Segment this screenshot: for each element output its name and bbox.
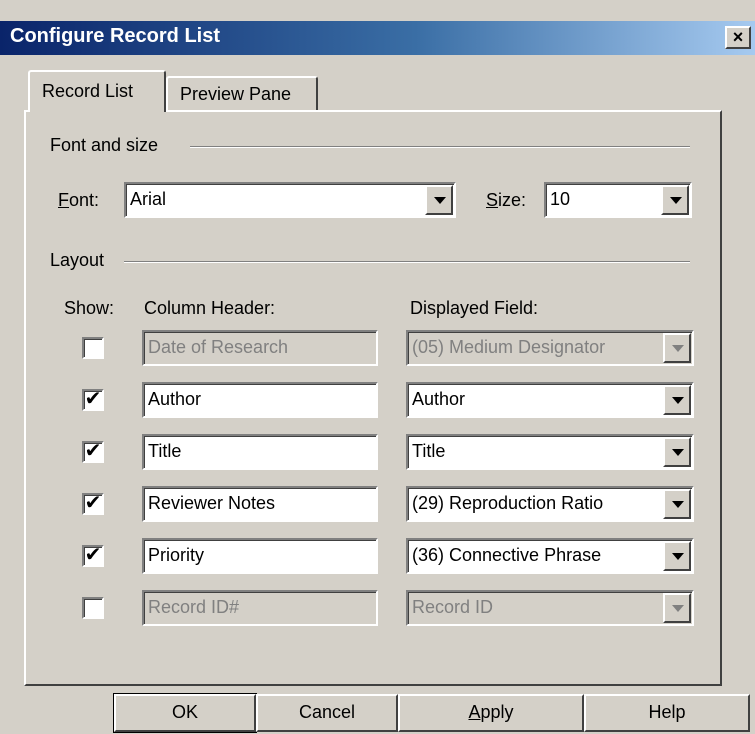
displayed-field-value: (36) Connective Phrase: [412, 545, 602, 565]
column-header-value: Author: [148, 389, 202, 409]
apply-label: pply: [480, 702, 514, 722]
tab-preview-pane[interactable]: Preview Pane: [166, 76, 318, 112]
title-bar: Configure Record List ×: [0, 21, 755, 55]
displayed-field-value: Author: [412, 389, 466, 409]
font-label: Font:: [58, 190, 99, 211]
layout-group-label: Layout: [50, 250, 113, 271]
column-header-input[interactable]: Reviewer Notes: [142, 486, 378, 522]
displayed-field-select[interactable]: (29) Reproduction Ratio: [406, 486, 694, 522]
dropdown-arrow-icon[interactable]: [663, 385, 691, 415]
dropdown-arrow-icon[interactable]: [663, 541, 691, 571]
apply-access-key: A: [468, 702, 481, 722]
column-header-value: Title: [148, 441, 182, 461]
dropdown-arrow-icon[interactable]: [663, 437, 691, 467]
dropdown-arrow-icon[interactable]: [663, 489, 691, 519]
font-group-divider: [190, 146, 690, 148]
show-checkbox[interactable]: [82, 597, 104, 619]
column-header-input[interactable]: Date of Research: [142, 330, 378, 366]
displayed-field-value: (05) Medium Designator: [412, 337, 606, 357]
size-dropdown-arrow-icon[interactable]: [661, 185, 689, 215]
dropdown-arrow-icon[interactable]: [663, 593, 691, 623]
font-dropdown-arrow-icon[interactable]: [425, 185, 453, 215]
column-header-input[interactable]: Priority: [142, 538, 378, 574]
font-label-text: ont:: [69, 190, 100, 210]
column-header-value: Priority: [148, 545, 205, 565]
column-header-heading: Column Header:: [144, 298, 276, 318]
configure-record-list-dialog: Configure Record List × Record List Prev…: [0, 0, 755, 734]
displayed-field-value: (29) Reproduction Ratio: [412, 493, 604, 513]
displayed-field-select[interactable]: (05) Medium Designator: [406, 330, 694, 366]
font-select-value: Arial: [130, 189, 167, 209]
dropdown-arrow-icon[interactable]: [663, 333, 691, 363]
ok-button[interactable]: OK: [113, 693, 257, 733]
tab-preview-pane-label: Preview Pane: [180, 84, 292, 104]
tab-record-list-label: Record List: [42, 81, 134, 101]
show-checkbox[interactable]: ✔: [82, 493, 104, 515]
cancel-button[interactable]: Cancel: [256, 694, 398, 732]
apply-button[interactable]: Apply: [398, 694, 584, 732]
layout-group-divider: [124, 261, 690, 263]
help-button[interactable]: Help: [584, 694, 750, 732]
column-header-input[interactable]: Record ID#: [142, 590, 378, 626]
checkmark-icon: ✔: [84, 388, 102, 410]
show-checkbox[interactable]: ✔: [82, 545, 104, 567]
size-select-value: 10: [550, 189, 571, 209]
size-label-access-key: S: [486, 190, 499, 210]
column-header-input[interactable]: Title: [142, 434, 378, 470]
show-checkbox[interactable]: ✔: [82, 441, 104, 463]
size-label-text: ize:: [498, 190, 527, 210]
font-label-access-key: F: [58, 190, 69, 210]
show-checkbox[interactable]: [82, 337, 104, 359]
checkmark-icon: ✔: [84, 440, 102, 462]
displayed-field-value: Record ID: [412, 597, 494, 617]
checkmark-icon: ✔: [84, 544, 102, 566]
column-header-value: Record ID#: [148, 597, 240, 617]
close-button[interactable]: ×: [725, 26, 751, 49]
font-group-label: Font and size: [50, 135, 167, 156]
show-column-header: Show:: [64, 298, 115, 318]
displayed-field-value: Title: [412, 441, 446, 461]
column-header-value: Reviewer Notes: [148, 493, 276, 513]
checkmark-icon: ✔: [84, 492, 102, 514]
window-title: Configure Record List: [10, 25, 221, 47]
font-select[interactable]: Arial: [124, 182, 456, 218]
show-checkbox[interactable]: ✔: [82, 389, 104, 411]
displayed-field-select[interactable]: Author: [406, 382, 694, 418]
displayed-field-select[interactable]: Title: [406, 434, 694, 470]
displayed-field-select[interactable]: Record ID: [406, 590, 694, 626]
displayed-field-heading: Displayed Field:: [410, 298, 539, 318]
column-header-input[interactable]: Author: [142, 382, 378, 418]
tab-record-list[interactable]: Record List: [28, 70, 166, 112]
displayed-field-select[interactable]: (36) Connective Phrase: [406, 538, 694, 574]
size-label: Size:: [486, 190, 526, 211]
size-select[interactable]: 10: [544, 182, 692, 218]
column-header-value: Date of Research: [148, 337, 289, 357]
